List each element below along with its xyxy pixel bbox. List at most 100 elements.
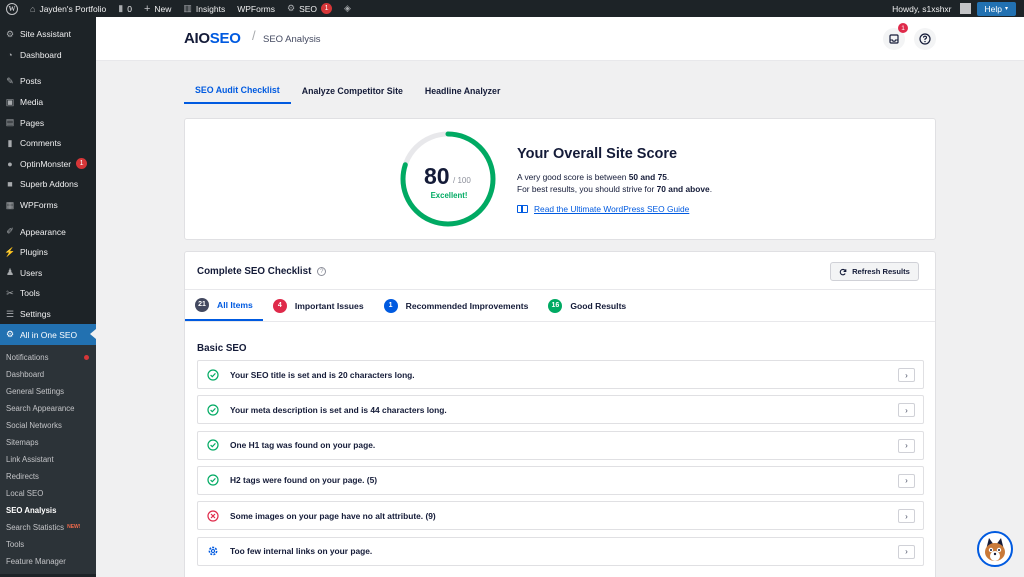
filter-tab-recommended-improvements[interactable]: 1 Recommended Improvements <box>374 290 539 321</box>
checklist-row[interactable]: Too few internal links on your page. › <box>197 536 924 566</box>
chevron-right-icon[interactable]: › <box>898 509 915 524</box>
tab-analyze-competitor-site[interactable]: Analyze Competitor Site <box>291 78 414 104</box>
dashboard-icon: ◔ <box>7 49 13 60</box>
settings-icon: ☰ <box>5 308 15 319</box>
diamond-icon: ◈ <box>344 3 351 13</box>
submenu-notifications[interactable]: Notifications <box>0 349 96 366</box>
sidebar-item-label: Settings <box>20 309 51 320</box>
filter-tab-all-items[interactable]: 21 All Items <box>185 290 263 321</box>
new-content-menu[interactable]: + New <box>138 0 177 17</box>
brush-icon: ✐ <box>6 226 14 237</box>
sidebar-item-media[interactable]: ▣ Media <box>0 92 96 113</box>
checklist-row[interactable]: H2 tags were found on your page. (5) › <box>197 465 924 495</box>
sidebar-item-pages[interactable]: ▤ Pages <box>0 112 96 133</box>
bar-chart-icon: ▥ <box>183 3 192 13</box>
insights-menu[interactable]: ▥ Insights <box>177 0 231 17</box>
comment-icon: ▮ <box>118 3 124 13</box>
tab-seo-audit-checklist[interactable]: SEO Audit Checklist <box>184 78 291 104</box>
submenu-label: Search Statistics <box>6 522 65 532</box>
seo-guide-link[interactable]: Read the Ultimate WordPress SEO Guide <box>517 204 689 214</box>
checklist-row[interactable]: Your meta description is set and is 44 c… <box>197 395 924 425</box>
aioseo-mascot-button[interactable] <box>977 531 1013 567</box>
checklist-row[interactable]: Some images on your page have no alt att… <box>197 501 924 531</box>
sidebar-item-wpforms[interactable]: ▦ WPForms <box>0 195 96 216</box>
seo-label: SEO <box>299 3 318 14</box>
checklist-filter-tabs: 21 All Items 4 Important Issues 1 Recommend… <box>185 289 935 322</box>
aioseo-gear-icon: ⚙ <box>287 3 296 13</box>
sidebar-item-label: Posts <box>20 76 42 87</box>
filter-tab-important-issues[interactable]: 4 Important Issues <box>263 290 374 321</box>
inbox-icon <box>889 34 899 44</box>
help-label: Help <box>984 3 1002 14</box>
submenu-local-seo[interactable]: Local SEO <box>0 485 96 502</box>
new-tag: NEW! <box>67 524 81 531</box>
notifications-button[interactable]: 1 <box>883 23 908 50</box>
seo-menu[interactable]: ⚙ SEO 1 <box>281 0 338 17</box>
sidebar-item-comments[interactable]: ▮ Comments <box>0 133 96 154</box>
check-circle-icon <box>207 368 219 381</box>
sidebar-item-settings[interactable]: ☰ Settings <box>0 304 96 325</box>
chevron-right-icon[interactable]: › <box>898 403 915 418</box>
checklist-title: Complete SEO Checklist? <box>197 266 327 277</box>
text-span: For best results, you should strive for <box>517 184 657 194</box>
submenu-redirects[interactable]: Redirects <box>0 468 96 485</box>
seo-checklist-card: Complete SEO Checklist? Refresh Results … <box>184 251 936 577</box>
sidebar-item-superb-addons[interactable]: ■ Superb Addons <box>0 174 96 195</box>
admin-sidebar: ⚙ Site Assistant ◔ Dashboard ✎ Posts ▣ Media… <box>0 17 96 577</box>
submenu-sitemaps[interactable]: Sitemaps <box>0 434 96 451</box>
submenu-label: Link Assistant <box>6 454 54 464</box>
chevron-right-icon[interactable]: › <box>898 473 915 488</box>
sidebar-item-appearance[interactable]: ✐ Appearance <box>0 221 96 242</box>
help-icon[interactable]: ? <box>317 267 327 276</box>
chevron-right-icon[interactable]: › <box>898 544 915 559</box>
pin-icon: ✎ <box>6 75 14 86</box>
submenu-label: General Settings <box>6 386 65 396</box>
checklist-row[interactable]: One H1 tag was found on your page. › <box>197 430 924 460</box>
sidebar-item-optinmonster[interactable]: ● OptinMonster 1 <box>0 154 96 175</box>
sidebar-item-site-assistant[interactable]: ⚙ Site Assistant <box>0 24 96 45</box>
submenu-feature-manager[interactable]: Feature Manager <box>0 553 96 570</box>
diamond-menu[interactable]: ◈ <box>338 0 357 17</box>
tab-headline-analyzer[interactable]: Headline Analyzer <box>414 78 511 104</box>
account-menu[interactable]: Howdy, s1xshxr <box>886 0 976 17</box>
new-label: New <box>154 3 172 14</box>
sidebar-item-tools[interactable]: ✂ Tools <box>0 283 96 304</box>
notification-dot <box>84 354 89 360</box>
submenu-general-settings[interactable]: General Settings <box>0 383 96 400</box>
filter-tab-good-results[interactable]: 16 Good Results <box>538 290 636 321</box>
sidebar-item-users[interactable]: ♟ Users <box>0 263 96 284</box>
sidebar-item-all-in-one-seo[interactable]: ⚙ All in One SEO <box>0 324 96 345</box>
comments-count: 0 <box>127 3 132 14</box>
count-badge: 1 <box>383 298 398 313</box>
sidebar-item-plugins[interactable]: ⚡ Plugins <box>0 242 96 263</box>
sidebar-item-label: WPForms <box>20 200 58 211</box>
submenu-label: Search Appearance <box>6 403 75 413</box>
sidebar-item-label: OptinMonster <box>20 158 72 169</box>
chevron-right-icon[interactable]: › <box>898 438 915 453</box>
submenu-search-appearance[interactable]: Search Appearance <box>0 400 96 417</box>
help-circle-button[interactable] <box>914 28 936 50</box>
submenu-label: Sitemaps <box>6 437 39 447</box>
comments-menu[interactable]: ▮ 0 <box>112 0 138 17</box>
sidebar-item-posts[interactable]: ✎ Posts <box>0 71 96 92</box>
submenu-search-statistics[interactable]: Search Statistics NEW! <box>0 519 96 536</box>
help-button[interactable]: Help ▾ <box>976 1 1016 16</box>
checklist-row-text: Your SEO title is set and is 20 characte… <box>230 369 415 380</box>
count-badge: 21 <box>195 297 209 312</box>
check-circle-icon <box>207 439 219 451</box>
wp-logo-menu[interactable]: W <box>0 0 24 17</box>
submenu-link-assistant[interactable]: Link Assistant <box>0 451 96 468</box>
submenu-dashboard[interactable]: Dashboard <box>0 366 96 383</box>
checklist-row[interactable]: Your SEO title is set and is 20 characte… <box>197 360 924 389</box>
filter-tab-label: All Items <box>217 299 253 310</box>
site-name-menu[interactable]: ⌂ Jayden's Portfolio <box>24 0 112 17</box>
submenu-social-networks[interactable]: Social Networks <box>0 417 96 434</box>
gear-icon: ⚙ <box>5 28 15 39</box>
refresh-results-button[interactable]: Refresh Results <box>830 262 919 281</box>
submenu-seo-analysis[interactable]: SEO Analysis <box>0 502 96 519</box>
comment-icon: ▮ <box>7 137 13 148</box>
sidebar-item-dashboard[interactable]: ◔ Dashboard <box>0 45 96 66</box>
wpforms-menu[interactable]: WPForms <box>231 0 281 17</box>
chevron-right-icon[interactable]: › <box>898 368 915 382</box>
submenu-tools[interactable]: Tools <box>0 536 96 553</box>
